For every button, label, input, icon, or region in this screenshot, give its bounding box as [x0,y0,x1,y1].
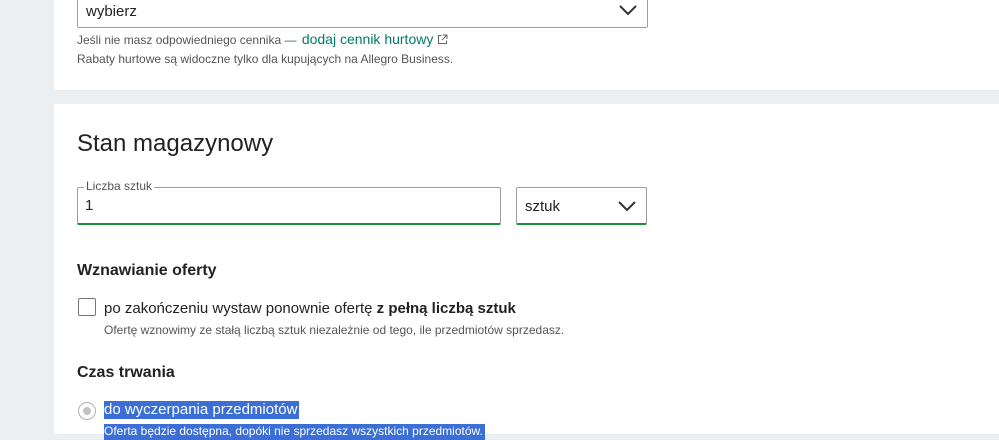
price-list-select-value: wybierz [86,3,137,20]
duration-until-sold-radio[interactable] [78,402,96,420]
duration-section-title: Czas trwania [77,364,175,381]
price-list-hint-text: Jeśli nie masz odpowiedniego cennika — [77,33,297,47]
chevron-down-icon [618,201,636,212]
unit-select-value: sztuk [525,198,561,215]
chevron-down-icon [619,5,637,16]
renew-label-bold: z pełną liczbą sztuk [376,300,516,317]
stock-section-title: Stan magazynowy [77,130,274,157]
price-list-hint: Jeśli nie masz odpowiedniego cennika — d… [77,31,448,47]
quantity-field[interactable]: Liczba sztuk 1 [77,179,501,225]
quantity-input[interactable]: 1 [85,197,93,214]
price-list-select[interactable]: wybierz [77,0,648,28]
renew-full-quantity-label[interactable]: po zakończeniu wystaw ponownie ofertę z … [104,300,516,317]
unit-select[interactable]: sztuk [516,187,647,225]
duration-until-sold-description: Oferta będzie dostępna, dopóki nie sprze… [104,424,485,440]
add-wholesale-price-list-link[interactable]: dodaj cennik hurtowy [302,31,434,47]
stock-card: Stan magazynowy Liczba sztuk 1 sztuk Wzn… [54,104,999,440]
wholesale-price-card: wybierz Jeśli nie masz odpowiedniego cen… [54,0,999,90]
duration-until-sold-label[interactable]: do wyczerpania przedmiotów [104,401,300,419]
external-link-icon [438,34,448,44]
quantity-field-label: Liczba sztuk [84,179,155,193]
wholesale-discount-note: Rabaty hurtowe są widoczne tylko dla kup… [77,52,454,66]
renew-description: Ofertę wznowimy ze stałą liczbą sztuk ni… [104,323,565,337]
renewal-section-title: Wznawianie oferty [77,262,217,279]
renew-label-text: po zakończeniu wystaw ponownie ofertę [104,300,373,317]
radio-dot [83,407,91,415]
renew-full-quantity-checkbox[interactable] [78,298,96,316]
